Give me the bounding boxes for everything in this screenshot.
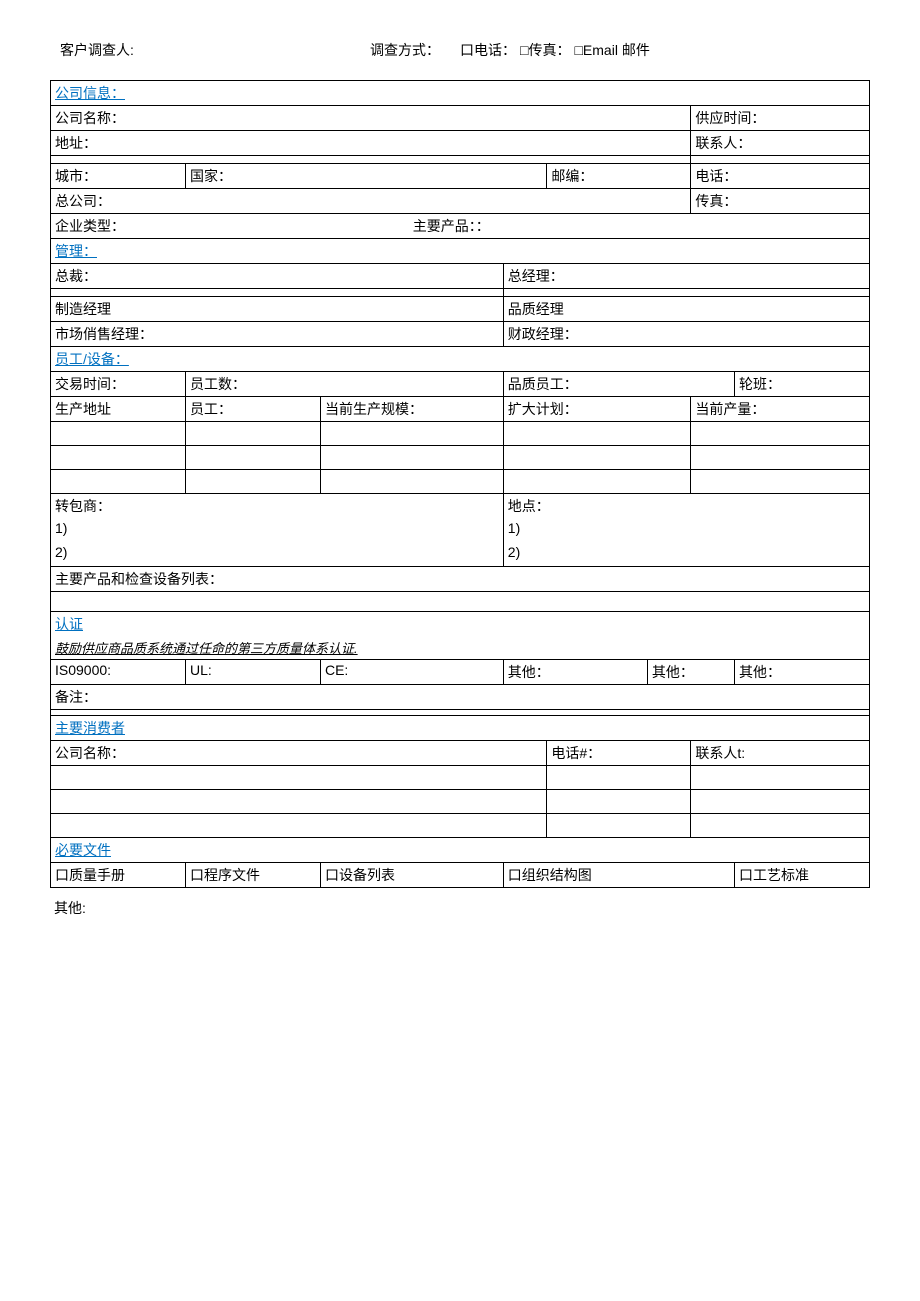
company-type-row[interactable]: 企业类型： 主要产品：： bbox=[51, 214, 870, 239]
other2-field[interactable]: 其他： bbox=[647, 660, 734, 685]
tel-field[interactable]: 电话： bbox=[691, 164, 870, 189]
table-cell[interactable] bbox=[51, 422, 186, 446]
customer-contact-field[interactable]: 联系人t: bbox=[691, 741, 870, 766]
emp-header: 员工： bbox=[185, 397, 320, 422]
gap bbox=[51, 156, 691, 164]
location-1[interactable]: 1) bbox=[503, 518, 869, 542]
table-cell[interactable] bbox=[691, 766, 870, 790]
gm-field[interactable]: 总经理： bbox=[503, 264, 869, 289]
subcon-field[interactable]: 转包商： bbox=[51, 494, 504, 519]
country-field[interactable]: 国家： bbox=[185, 164, 546, 189]
section-customer: 主要消费者 bbox=[51, 716, 870, 741]
president-field[interactable]: 总裁： bbox=[51, 264, 504, 289]
city-field[interactable]: 城市： bbox=[51, 164, 186, 189]
company-fax-field[interactable]: 传真： bbox=[691, 189, 870, 214]
gap bbox=[51, 591, 870, 611]
cert-note: 鼓励供应商品质系统通过任命的第三方质量体系认证. bbox=[51, 636, 870, 660]
table-cell[interactable] bbox=[547, 814, 691, 838]
output-header: 当前产量： bbox=[691, 397, 870, 422]
supply-time-field[interactable]: 供应时间： bbox=[691, 106, 870, 131]
other1-field[interactable]: 其他： bbox=[503, 660, 647, 685]
table-cell[interactable] bbox=[547, 790, 691, 814]
expand-header: 扩大计划： bbox=[503, 397, 691, 422]
company-type-label: 企业类型： bbox=[55, 218, 125, 234]
investigator-label: 客户调查人: bbox=[60, 40, 370, 60]
table-cell[interactable] bbox=[185, 470, 320, 494]
contact-field[interactable]: 联系人： bbox=[691, 131, 870, 156]
iso-field[interactable]: IS09000: bbox=[51, 660, 186, 685]
main-product-label: 主要产品：： bbox=[413, 218, 490, 234]
prod-addr-header: 生产地址 bbox=[51, 397, 186, 422]
qa-emp-field[interactable]: 品质员工： bbox=[503, 372, 734, 397]
doc-procedure-checkbox[interactable]: 口程序文件 bbox=[185, 863, 320, 888]
table-cell[interactable] bbox=[320, 422, 503, 446]
remark-field[interactable]: 备注： bbox=[51, 685, 870, 710]
scale-header: 当前生产规模： bbox=[320, 397, 503, 422]
qa-mgr-field[interactable]: 品质经理 bbox=[503, 297, 869, 322]
mfg-mgr-field[interactable]: 制造经理 bbox=[51, 297, 504, 322]
email-checkbox[interactable]: □Email 邮件 bbox=[574, 40, 649, 60]
section-staff: 员工/设备： bbox=[51, 347, 870, 372]
table-cell[interactable] bbox=[503, 446, 691, 470]
section-management: 管理： bbox=[51, 239, 870, 264]
doc-manual-checkbox[interactable]: 口质量手册 bbox=[51, 863, 186, 888]
table-cell[interactable] bbox=[691, 814, 870, 838]
doc-equip-checkbox[interactable]: 口设备列表 bbox=[320, 863, 503, 888]
emp-count-field[interactable]: 员工数： bbox=[185, 372, 503, 397]
customer-name-field[interactable]: 公司名称： bbox=[51, 741, 547, 766]
subcon-1[interactable]: 1) bbox=[51, 518, 504, 542]
location-2[interactable]: 2) bbox=[503, 542, 869, 566]
method-label: 调查方式： bbox=[370, 40, 440, 60]
gap bbox=[503, 289, 869, 297]
table-cell[interactable] bbox=[51, 446, 186, 470]
table-cell[interactable] bbox=[51, 766, 547, 790]
fax-checkbox[interactable]: □传真： bbox=[520, 40, 570, 60]
location-field[interactable]: 地点： bbox=[503, 494, 869, 519]
form-header: 客户调查人: 调查方式： 口电话： □传真： □Email 邮件 bbox=[50, 40, 870, 60]
table-cell[interactable] bbox=[185, 446, 320, 470]
table-cell[interactable] bbox=[503, 470, 691, 494]
table-cell[interactable] bbox=[503, 422, 691, 446]
subcon-2[interactable]: 2) bbox=[51, 542, 504, 566]
table-cell[interactable] bbox=[320, 446, 503, 470]
customer-tel-field[interactable]: 电话#： bbox=[547, 741, 691, 766]
company-name-field[interactable]: 公司名称： bbox=[51, 106, 691, 131]
doc-org-checkbox[interactable]: 口组织结构图 bbox=[503, 863, 734, 888]
table-cell[interactable] bbox=[51, 790, 547, 814]
address-field[interactable]: 地址： bbox=[51, 131, 691, 156]
ce-field[interactable]: CE: bbox=[320, 660, 503, 685]
equip-list-field[interactable]: 主要产品和检查设备列表： bbox=[51, 566, 870, 591]
table-cell[interactable] bbox=[691, 422, 870, 446]
phone-checkbox[interactable]: 口电话： bbox=[460, 40, 516, 60]
table-cell[interactable] bbox=[51, 470, 186, 494]
postal-field[interactable]: 邮编： bbox=[547, 164, 691, 189]
table-cell[interactable] bbox=[320, 470, 503, 494]
survey-form: 公司信息： 公司名称： 供应时间： 地址： 联系人： 城市： 国家： 邮编： 电… bbox=[50, 80, 870, 888]
sales-mgr-field[interactable]: 市场俏售经理： bbox=[51, 322, 504, 347]
table-cell[interactable] bbox=[547, 766, 691, 790]
doc-process-checkbox[interactable]: 口工艺标准 bbox=[734, 863, 869, 888]
trade-time-field[interactable]: 交易时间： bbox=[51, 372, 186, 397]
gap bbox=[51, 289, 504, 297]
parent-company-field[interactable]: 总公司： bbox=[51, 189, 691, 214]
shift-field[interactable]: 轮班： bbox=[734, 372, 869, 397]
other-label: 其他: bbox=[50, 888, 870, 928]
table-cell[interactable] bbox=[185, 422, 320, 446]
table-cell[interactable] bbox=[691, 446, 870, 470]
table-cell[interactable] bbox=[691, 470, 870, 494]
table-cell[interactable] bbox=[51, 814, 547, 838]
ul-field[interactable]: UL: bbox=[185, 660, 320, 685]
section-docs: 必要文件 bbox=[51, 838, 870, 863]
section-cert: 认证 bbox=[51, 611, 870, 636]
table-cell[interactable] bbox=[691, 790, 870, 814]
section-company: 公司信息： bbox=[51, 81, 870, 106]
other3-field[interactable]: 其他： bbox=[734, 660, 869, 685]
fin-mgr-field[interactable]: 财政经理： bbox=[503, 322, 869, 347]
gap bbox=[691, 156, 870, 164]
